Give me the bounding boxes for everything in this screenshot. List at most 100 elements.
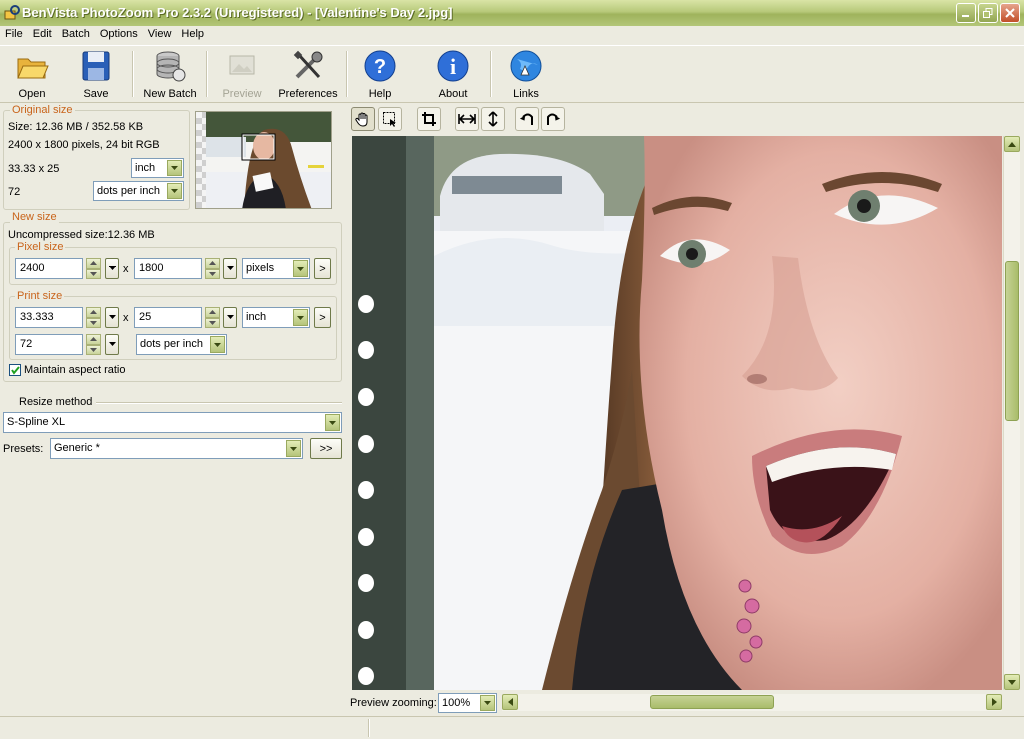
- maximize-button[interactable]: [978, 3, 998, 23]
- original-resolution-unit-select[interactable]: dots per inch: [93, 181, 184, 201]
- chevron-down-icon: [480, 695, 495, 711]
- menu-view[interactable]: View: [143, 26, 177, 40]
- print-resolution-stepper[interactable]: [86, 334, 101, 355]
- minimize-icon: [962, 15, 969, 17]
- open-button[interactable]: Open: [10, 49, 54, 100]
- dropdown-triangle-icon: [108, 342, 116, 346]
- print-unit-select[interactable]: inch: [242, 307, 310, 328]
- spin-down-icon[interactable]: [86, 268, 101, 279]
- spin-up-icon[interactable]: [86, 307, 101, 318]
- open-folder-icon: [17, 58, 49, 79]
- pixel-height-stepper[interactable]: [205, 258, 220, 279]
- globe-icon: [510, 50, 542, 82]
- svg-text:i: i: [450, 54, 456, 79]
- preferences-button[interactable]: Preferences: [276, 49, 340, 100]
- print-height-menu-button[interactable]: [223, 307, 237, 328]
- toolbar-separator: [346, 51, 348, 97]
- about-button[interactable]: i About: [431, 49, 475, 100]
- chevron-down-icon: [293, 309, 308, 326]
- print-size-more-button[interactable]: >: [314, 307, 331, 328]
- menu-options[interactable]: Options: [95, 26, 143, 40]
- print-height-stepper[interactable]: [205, 307, 220, 328]
- original-unit-select[interactable]: inch: [131, 158, 184, 178]
- pixel-size-more-button[interactable]: >: [314, 258, 331, 279]
- menu-edit[interactable]: Edit: [28, 26, 57, 40]
- spin-down-icon[interactable]: [86, 344, 101, 355]
- new-size-title: New size: [10, 211, 59, 223]
- maintain-aspect-checkbox[interactable]: [9, 364, 21, 376]
- menu-batch[interactable]: Batch: [57, 26, 95, 40]
- horizontal-scroll-thumb[interactable]: [650, 695, 774, 709]
- pixel-unit-select[interactable]: pixels: [242, 258, 310, 279]
- presets-menu-button[interactable]: >>: [310, 438, 342, 459]
- rotate-right-button[interactable]: [541, 107, 565, 131]
- chevron-up-icon: [1008, 141, 1016, 147]
- rotate-left-button[interactable]: [515, 107, 539, 131]
- chevron-down-icon: [167, 160, 182, 176]
- status-bar: [0, 716, 1024, 739]
- spin-up-icon[interactable]: [205, 258, 220, 269]
- presets-label: Presets:: [3, 443, 44, 455]
- preview-horizontal-scrollbar[interactable]: [502, 694, 1002, 711]
- preview-vertical-scrollbar[interactable]: [1003, 136, 1020, 690]
- spin-up-icon[interactable]: [86, 258, 101, 269]
- minimize-button[interactable]: [956, 3, 976, 23]
- save-button[interactable]: Save: [74, 49, 118, 100]
- help-button[interactable]: ? Help: [358, 49, 402, 100]
- svg-text:?: ?: [374, 56, 386, 78]
- preview-image-icon: [229, 55, 255, 75]
- dropdown-triangle-icon: [226, 266, 234, 270]
- print-resolution-menu-button[interactable]: [105, 334, 119, 355]
- links-button[interactable]: Links: [504, 49, 548, 100]
- maintain-aspect-label[interactable]: Maintain aspect ratio: [24, 364, 126, 376]
- preview-photo: [352, 136, 1002, 690]
- spin-up-icon[interactable]: [86, 334, 101, 345]
- scroll-down-button[interactable]: [1004, 674, 1020, 690]
- spin-down-icon[interactable]: [205, 268, 220, 279]
- window-title: BenVista PhotoZoom Pro 2.3.2 (Unregister…: [22, 5, 453, 20]
- title-bar[interactable]: BenVista PhotoZoom Pro 2.3.2 (Unregister…: [0, 0, 1024, 27]
- scroll-left-button[interactable]: [502, 694, 518, 710]
- print-width-input[interactable]: 33.333: [15, 307, 83, 328]
- print-resolution-unit-select[interactable]: dots per inch: [136, 334, 227, 355]
- preview-button[interactable]: Preview: [216, 49, 268, 100]
- print-resolution-input[interactable]: 72: [15, 334, 83, 355]
- flip-vertical-button[interactable]: [481, 107, 505, 131]
- preview-zoom-select[interactable]: 100%: [438, 693, 497, 713]
- new-batch-button[interactable]: New Batch: [140, 49, 200, 100]
- original-size-title: Original size: [10, 104, 75, 116]
- menu-file[interactable]: File: [0, 26, 28, 40]
- vertical-scroll-thumb[interactable]: [1005, 261, 1019, 421]
- menu-help[interactable]: Help: [176, 26, 209, 40]
- main-toolbar: Open Save New Batch Preview Preferences …: [0, 45, 1024, 103]
- crop-button[interactable]: [417, 107, 441, 131]
- print-times-sign: x: [123, 312, 129, 324]
- pixel-height-input[interactable]: 1800: [134, 258, 202, 279]
- close-button[interactable]: [1000, 3, 1020, 23]
- chevron-down-icon: [1008, 679, 1016, 685]
- flip-horizontal-button[interactable]: [455, 107, 479, 131]
- pixel-width-menu-button[interactable]: [105, 258, 119, 279]
- original-resolution: 72: [8, 186, 21, 198]
- resize-method-select[interactable]: S-Spline XL: [3, 412, 342, 433]
- info-icon: i: [437, 50, 469, 82]
- print-width-stepper[interactable]: [86, 307, 101, 328]
- presets-select[interactable]: Generic *: [50, 438, 303, 459]
- preview-canvas[interactable]: [352, 136, 1002, 690]
- view-toolbar: [350, 105, 1024, 133]
- pixel-width-input[interactable]: 2400: [15, 258, 83, 279]
- scroll-up-button[interactable]: [1004, 136, 1020, 152]
- thumbnail-image: [206, 112, 331, 208]
- scroll-right-button[interactable]: [986, 694, 1002, 710]
- pixel-height-menu-button[interactable]: [223, 258, 237, 279]
- pixel-width-stepper[interactable]: [86, 258, 101, 279]
- spin-down-icon[interactable]: [86, 317, 101, 328]
- toolbar-separator: [132, 51, 134, 97]
- print-height-input[interactable]: 25: [134, 307, 202, 328]
- hand-tool-button[interactable]: [351, 107, 375, 131]
- selection-tool-button[interactable]: [378, 107, 402, 131]
- navigator-thumbnail[interactable]: [195, 111, 332, 209]
- spin-up-icon[interactable]: [205, 307, 220, 318]
- print-width-menu-button[interactable]: [105, 307, 119, 328]
- spin-down-icon[interactable]: [205, 317, 220, 328]
